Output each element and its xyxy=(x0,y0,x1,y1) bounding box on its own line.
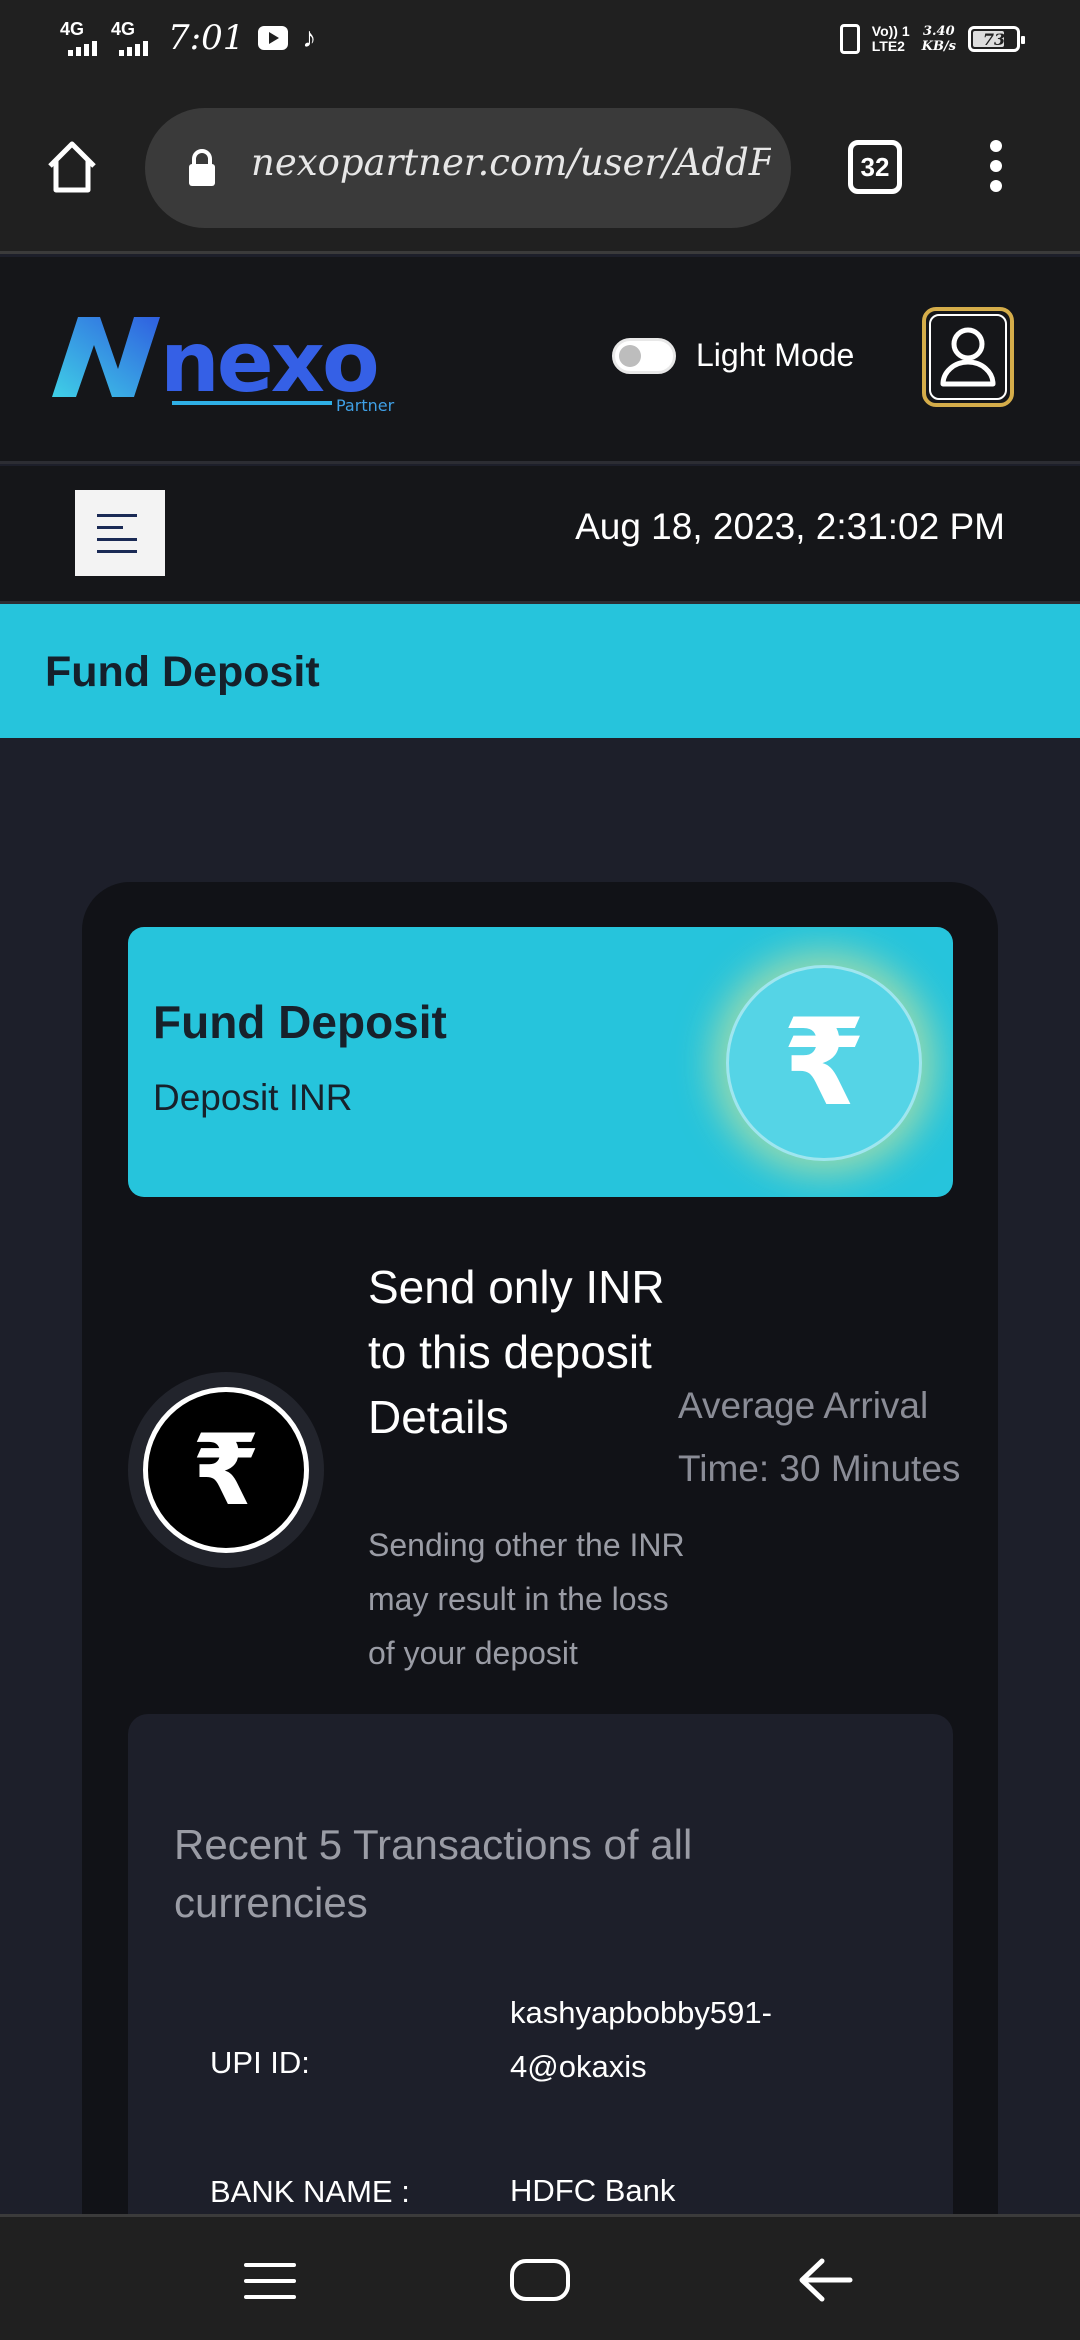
system-home-button[interactable] xyxy=(510,2259,570,2301)
lte-label: LTE2 xyxy=(871,38,905,54)
hamburger-line xyxy=(97,537,137,541)
theme-toggle-group: Light Mode xyxy=(612,337,854,374)
menu-line xyxy=(244,2279,296,2283)
current-datetime: Aug 18, 2023, 2:31:02 PM xyxy=(575,506,1005,547)
bank-name-value: HDFC Bank xyxy=(510,2173,676,2208)
signal-icon-1: 4G xyxy=(60,20,97,56)
rupee-coin-inner: ₹ xyxy=(143,1387,309,1553)
menu-line xyxy=(244,2295,296,2299)
back-button[interactable] xyxy=(798,2257,854,2303)
tab-switcher-button[interactable]: 32 xyxy=(848,140,902,194)
volte-indicator: Vo)) 1 LTE2 xyxy=(872,24,910,54)
app-notification-icon: ♪ xyxy=(302,22,317,53)
url-text[interactable]: nexopartner.com/user/AddFund xyxy=(251,141,771,184)
date-bar: Aug 18, 2023, 2:31:02 PM xyxy=(0,466,1080,604)
rupee-badge: ₹ xyxy=(726,965,922,1161)
theme-toggle-label[interactable]: Light Mode xyxy=(696,337,854,374)
system-navigation-bar xyxy=(0,2214,1080,2340)
battery-icon: 73 xyxy=(968,26,1025,52)
average-arrival-time: Average Arrival Time: 30 Minutes xyxy=(678,1385,961,1489)
hamburger-line xyxy=(97,549,137,553)
rupee-icon: ₹ xyxy=(782,996,866,1130)
menu-dot xyxy=(990,180,1002,192)
hamburger-line xyxy=(97,513,137,517)
battery-level: 73 xyxy=(982,29,1006,49)
deposit-card-subtitle: Deposit INR xyxy=(153,1077,353,1118)
menu-line xyxy=(244,2263,296,2267)
lock-icon xyxy=(189,149,215,186)
signal-icon-2: 4G xyxy=(111,20,148,56)
status-bar-right: Vo)) 1 LTE2 3.40 KB/s 73 xyxy=(839,24,1025,54)
status-bar: 4G 4G 7:01 ♪ Vo)) 1 LTE2 3.40 KB/s 73 xyxy=(0,0,1080,86)
deposit-notice-warning: Sending other the INR may result in the … xyxy=(368,1527,685,1671)
rupee-coin: ₹ xyxy=(128,1372,324,1568)
profile-button[interactable] xyxy=(922,307,1014,407)
logo-sub: Partner xyxy=(336,396,395,415)
browser-toolbar: nexopartner.com/user/AddFund 32 xyxy=(0,86,1080,254)
home-button[interactable] xyxy=(42,136,102,196)
network-speed: 3.40 KB/s xyxy=(922,24,956,54)
speed-value: 3.40 xyxy=(922,24,955,39)
nexo-partner-logo[interactable]: nexo Partner xyxy=(48,297,408,427)
menu-dot xyxy=(990,140,1002,152)
network-label-2: 4G xyxy=(111,19,136,39)
page-title: Fund Deposit xyxy=(45,648,320,696)
upi-id-label: UPI ID: xyxy=(210,2045,310,2080)
network-label-1: 4G xyxy=(60,19,85,39)
vibrate-icon xyxy=(839,24,860,54)
theme-toggle-switch[interactable] xyxy=(612,337,676,374)
volte-label: Vo)) 1 xyxy=(871,23,910,39)
deposit-card-title: Fund Deposit xyxy=(153,996,447,1048)
bank-name-label: BANK NAME : xyxy=(210,2174,410,2209)
status-bar-left: 4G 4G 7:01 ♪ xyxy=(60,18,316,58)
profile-button-inner-border xyxy=(929,314,1007,400)
upi-id-value[interactable]: kashyapbobby591-4@okaxis xyxy=(510,1986,840,2094)
speed-unit: KB/s xyxy=(921,39,956,54)
address-bar[interactable]: nexopartner.com/user/AddFund xyxy=(145,108,791,228)
sidebar-toggle-button[interactable] xyxy=(75,490,165,576)
transactions-title: Recent 5 Transactions of all currencies xyxy=(174,1821,693,1926)
page-title-band: Fund Deposit xyxy=(0,604,1080,738)
youtube-notification-icon xyxy=(258,26,289,50)
home-icon xyxy=(48,141,96,193)
rupee-icon: ₹ xyxy=(191,1415,261,1525)
back-arrow-icon xyxy=(799,2258,853,2302)
deposit-summary-card: Fund Deposit Deposit INR ₹ xyxy=(128,927,953,1197)
recent-apps-button[interactable] xyxy=(244,2263,296,2299)
clock: 7:01 xyxy=(168,18,245,58)
deposit-notice-title: Send only INR to this deposit Details xyxy=(368,1261,665,1443)
menu-dot xyxy=(990,160,1002,172)
browser-menu-button[interactable] xyxy=(978,136,1014,196)
hamburger-line xyxy=(97,525,123,529)
site-header: nexo Partner Light Mode xyxy=(0,257,1080,464)
